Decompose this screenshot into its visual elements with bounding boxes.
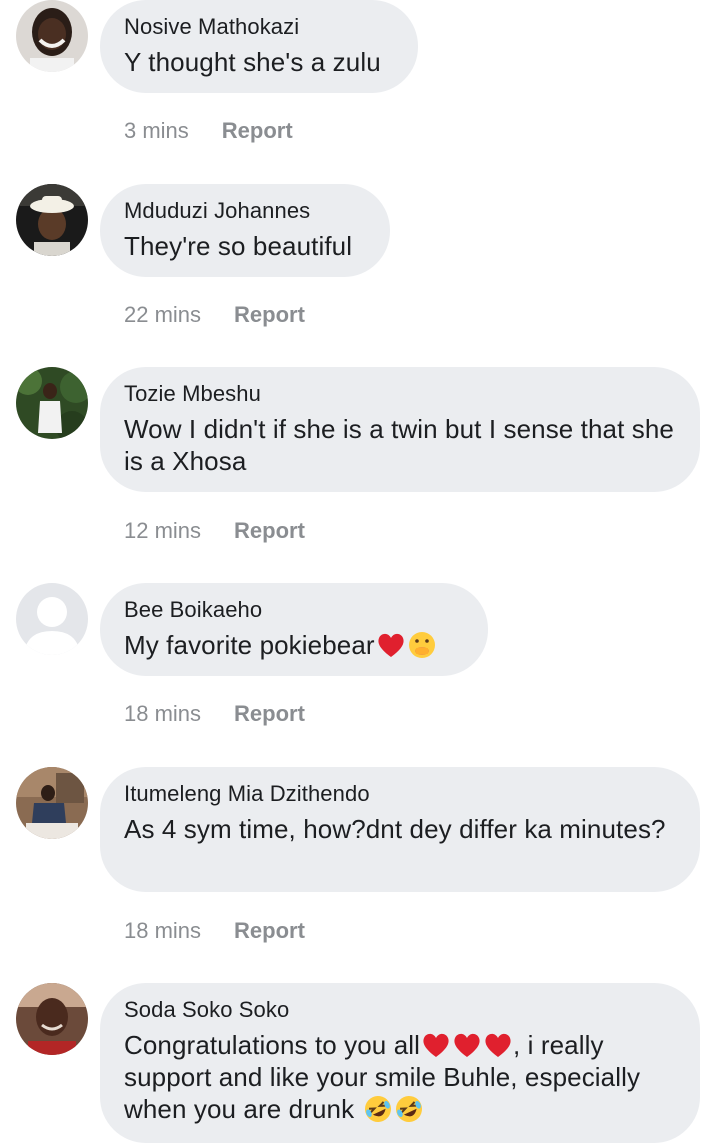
comment-author[interactable]: Mduduzi Johannes	[124, 197, 366, 224]
comment-author[interactable]: Bee Boikaeho	[124, 596, 464, 623]
comment-author[interactable]: Tozie Mbeshu	[124, 380, 676, 407]
rolling-on-floor-laughing-emoji-icon	[394, 1094, 424, 1124]
avatar[interactable]	[16, 0, 88, 72]
comment-timestamp: 22 mins	[124, 302, 202, 327]
comment-meta: 3 mins Report	[124, 118, 293, 144]
comment-author[interactable]: Itumeleng Mia Dzithendo	[124, 780, 676, 807]
comment-bubble: Soda Soko Soko Congratulations to you al…	[100, 983, 700, 1143]
comment-meta: 18 mins Report	[124, 701, 305, 727]
red-heart-emoji-icon	[483, 1030, 513, 1060]
comment-text-content: My favorite pokiebear	[124, 630, 375, 660]
report-button[interactable]: Report	[222, 118, 293, 144]
avatar[interactable]	[16, 367, 88, 439]
comment-bubble: Mduduzi Johannes They're so beautiful	[100, 184, 390, 277]
comment-text: Y thought she's a zulu	[124, 47, 381, 77]
comment-meta: 12 mins Report	[124, 518, 305, 544]
comment-text: As 4 sym time, how?dnt dey differ ka min…	[124, 814, 666, 844]
comment-timestamp: 18 mins	[124, 918, 202, 943]
comment-text: They're so beautiful	[124, 231, 353, 261]
comment-timestamp: 18 mins	[124, 701, 202, 726]
avatar[interactable]	[16, 983, 88, 1055]
comment-timestamp: 12 mins	[124, 518, 202, 543]
rolling-on-floor-laughing-emoji-icon	[363, 1094, 393, 1124]
report-button[interactable]: Report	[234, 518, 305, 544]
comment-meta: 22 mins Report	[124, 302, 305, 328]
avatar[interactable]	[16, 767, 88, 839]
comment-text: Congratulations to you all, i really sup…	[124, 1029, 676, 1125]
comment-bubble: Bee Boikaeho My favorite pokiebear	[100, 583, 488, 676]
comment-text: My favorite pokiebear	[124, 629, 464, 661]
red-heart-emoji-icon	[452, 1030, 482, 1060]
comment-author[interactable]: Soda Soko Soko	[124, 996, 676, 1023]
comment-meta: 18 mins Report	[124, 918, 305, 944]
report-button[interactable]: Report	[234, 918, 305, 944]
comment-bubble: Tozie Mbeshu Wow I didn't if she is a tw…	[100, 367, 700, 492]
avatar-image-icon	[16, 367, 88, 439]
comment-bubble: Itumeleng Mia Dzithendo As 4 sym time, h…	[100, 767, 700, 892]
red-heart-emoji-icon	[421, 1030, 451, 1060]
comment-text-content: Congratulations to you all	[124, 1030, 421, 1060]
avatar-image-icon	[16, 0, 88, 72]
avatar[interactable]	[16, 184, 88, 256]
avatar-image-icon	[16, 983, 88, 1055]
avatar[interactable]	[16, 583, 88, 655]
avatar-image-icon	[16, 767, 88, 839]
comment-author[interactable]: Nosive Mathokazi	[124, 13, 394, 40]
face-with-hand-over-mouth-emoji-icon	[407, 630, 437, 660]
comment-text: Wow I didn't if she is a twin but I sens…	[124, 414, 674, 476]
avatar-image-icon	[16, 184, 88, 256]
red-heart-emoji-icon	[376, 630, 406, 660]
comment-timestamp: 3 mins	[124, 118, 189, 143]
comment-bubble: Nosive Mathokazi Y thought she's a zulu	[100, 0, 418, 93]
report-button[interactable]: Report	[234, 701, 305, 727]
default-avatar-icon	[16, 583, 88, 655]
report-button[interactable]: Report	[234, 302, 305, 328]
